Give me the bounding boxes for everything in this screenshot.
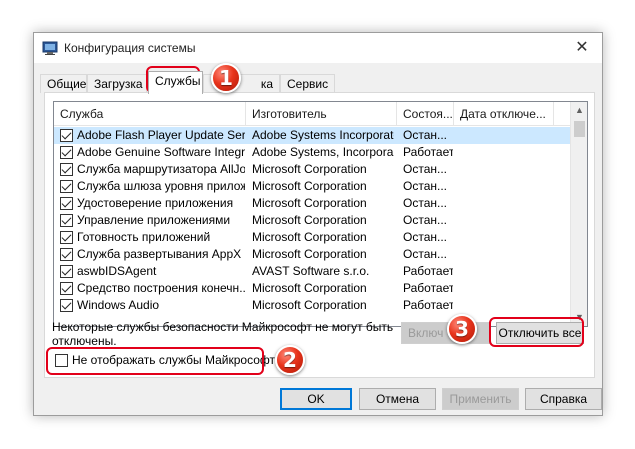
title-bar: Конфигурация системы ✕ [34, 33, 602, 63]
service-date-cell [460, 297, 552, 314]
ok-button[interactable]: OK [280, 388, 352, 410]
column-header-vendor[interactable]: Изготовитель [246, 102, 397, 126]
service-checkbox[interactable] [60, 129, 73, 142]
service-status-cell: Работает [403, 298, 453, 312]
table-row[interactable]: Готовность приложений Microsoft Corporati… [54, 229, 570, 246]
service-status-cell: Остан... [403, 179, 447, 193]
table-row[interactable]: Adobe Flash Player Update Service Adobe S… [54, 127, 570, 144]
table-row[interactable]: Управление приложениями Microsoft Corpora… [54, 212, 570, 229]
service-date-cell [460, 178, 552, 195]
table-row[interactable]: Adobe Genuine Software Integri... Adobe S… [54, 144, 570, 161]
service-vendor-cell: Adobe Systems, Incorpora... [252, 145, 394, 159]
apply-button[interactable]: Применить [442, 388, 519, 410]
service-checkbox[interactable] [60, 248, 73, 261]
service-status-cell: Остан... [403, 128, 447, 142]
table-row[interactable]: Windows Audio Microsoft Corporation Работа… [54, 297, 570, 314]
tab-general[interactable]: Общие [40, 74, 87, 93]
help-button[interactable]: Справка [525, 388, 602, 410]
table-row[interactable]: Средство построения конечн... Microsoft C… [54, 280, 570, 297]
service-name-cell: Управление приложениями [77, 213, 231, 227]
tab-tools[interactable]: Сервис [280, 74, 335, 93]
service-checkbox[interactable] [60, 282, 73, 295]
service-date-cell [460, 229, 552, 246]
service-status-cell: Остан... [403, 230, 447, 244]
service-vendor-cell: Microsoft Corporation [252, 196, 367, 210]
service-checkbox[interactable] [60, 146, 73, 159]
tab-boot[interactable]: Загрузка [87, 74, 147, 93]
scroll-thumb[interactable] [574, 121, 585, 137]
service-vendor-cell: Microsoft Corporation [252, 162, 367, 176]
service-vendor-cell: Microsoft Corporation [252, 281, 367, 295]
service-checkbox[interactable] [60, 214, 73, 227]
service-name-cell: Служба маршрутизатора AllJoyn [77, 162, 245, 176]
service-checkbox[interactable] [60, 163, 73, 176]
scroll-up-icon[interactable]: ▲ [571, 102, 587, 119]
close-icon: ✕ [575, 39, 589, 56]
table-row[interactable]: Удостоверение приложения Microsoft Corpor… [54, 195, 570, 212]
service-vendor-cell: Microsoft Corporation [252, 213, 367, 227]
list-rows: Adobe Flash Player Update Service Adobe S… [54, 127, 570, 314]
service-date-cell [460, 127, 552, 144]
service-name-cell: Служба развертывания AppX (... [77, 247, 245, 261]
table-row[interactable]: Служба маршрутизатора AllJoyn Microsoft C… [54, 161, 570, 178]
step-badge-1: 1 [211, 63, 241, 93]
service-status-cell: Остан... [403, 162, 447, 176]
table-row[interactable]: Служба развертывания AppX (... Microsoft … [54, 246, 570, 263]
service-date-cell [460, 280, 552, 297]
window-title: Конфигурация системы [64, 41, 196, 55]
service-name-cell: Adobe Flash Player Update Service [77, 128, 245, 142]
msconfig-icon [42, 41, 58, 55]
service-status-cell: Работает [403, 264, 453, 278]
tab-services[interactable]: Службы [148, 71, 203, 94]
service-checkbox[interactable] [60, 299, 73, 312]
service-date-cell [460, 195, 552, 212]
service-status-cell: Остан... [403, 196, 447, 210]
service-name-cell: aswbIDSAgent [77, 264, 157, 278]
service-name-cell: Средство построения конечн... [77, 281, 245, 295]
list-header: Служба Изготовитель Состоя... Дата отклю… [54, 102, 570, 126]
service-name-cell: Adobe Genuine Software Integri... [77, 145, 245, 159]
highlight-hide-ms-checkbox [46, 347, 264, 375]
service-vendor-cell: AVAST Software s.r.o. [252, 264, 370, 278]
service-date-cell [460, 212, 552, 229]
service-name-cell: Удостоверение приложения [77, 196, 234, 210]
service-status-cell: Остан... [403, 247, 447, 261]
service-name-cell: Готовность приложений [77, 230, 211, 244]
security-services-note: Некоторые службы безопасности Майкрософт… [52, 320, 394, 348]
step-badge-3: 3 [447, 314, 477, 344]
column-header-service[interactable]: Служба [54, 102, 246, 126]
service-checkbox[interactable] [60, 197, 73, 210]
service-date-cell [460, 144, 552, 161]
service-status-cell: Работает [403, 281, 453, 295]
service-vendor-cell: Microsoft Corporation [252, 230, 367, 244]
service-checkbox[interactable] [60, 265, 73, 278]
service-status-cell: Работает [403, 145, 453, 159]
service-vendor-cell: Microsoft Corporation [252, 179, 367, 193]
service-date-cell [460, 246, 552, 263]
column-header-disabled-date[interactable]: Дата отключе... [454, 102, 554, 126]
service-vendor-cell: Microsoft Corporation [252, 247, 367, 261]
service-status-cell: Остан... [403, 213, 447, 227]
service-date-cell [460, 263, 552, 280]
table-row[interactable]: Служба шлюза уровня прилож... Microsoft C… [54, 178, 570, 195]
service-checkbox[interactable] [60, 180, 73, 193]
vertical-scrollbar[interactable]: ▲ ▼ [570, 102, 587, 326]
service-name-cell: Windows Audio [77, 298, 160, 312]
column-header-status[interactable]: Состоя... [397, 102, 454, 126]
service-name-cell: Служба шлюза уровня прилож... [77, 179, 245, 193]
cancel-button[interactable]: Отмена [359, 388, 436, 410]
service-date-cell [460, 161, 552, 178]
service-checkbox[interactable] [60, 231, 73, 244]
enable-all-button[interactable]: Включ [401, 322, 491, 344]
step-badge-2: 2 [275, 345, 305, 375]
close-button[interactable]: ✕ [562, 33, 602, 63]
services-list[interactable]: Служба Изготовитель Состоя... Дата отклю… [53, 101, 588, 327]
highlight-disable-all-button [489, 317, 584, 347]
service-vendor-cell: Adobe Systems Incorporated [252, 128, 394, 142]
table-row[interactable]: aswbIDSAgent AVAST Software s.r.o. Работае… [54, 263, 570, 280]
service-vendor-cell: Microsoft Corporation [252, 298, 367, 312]
